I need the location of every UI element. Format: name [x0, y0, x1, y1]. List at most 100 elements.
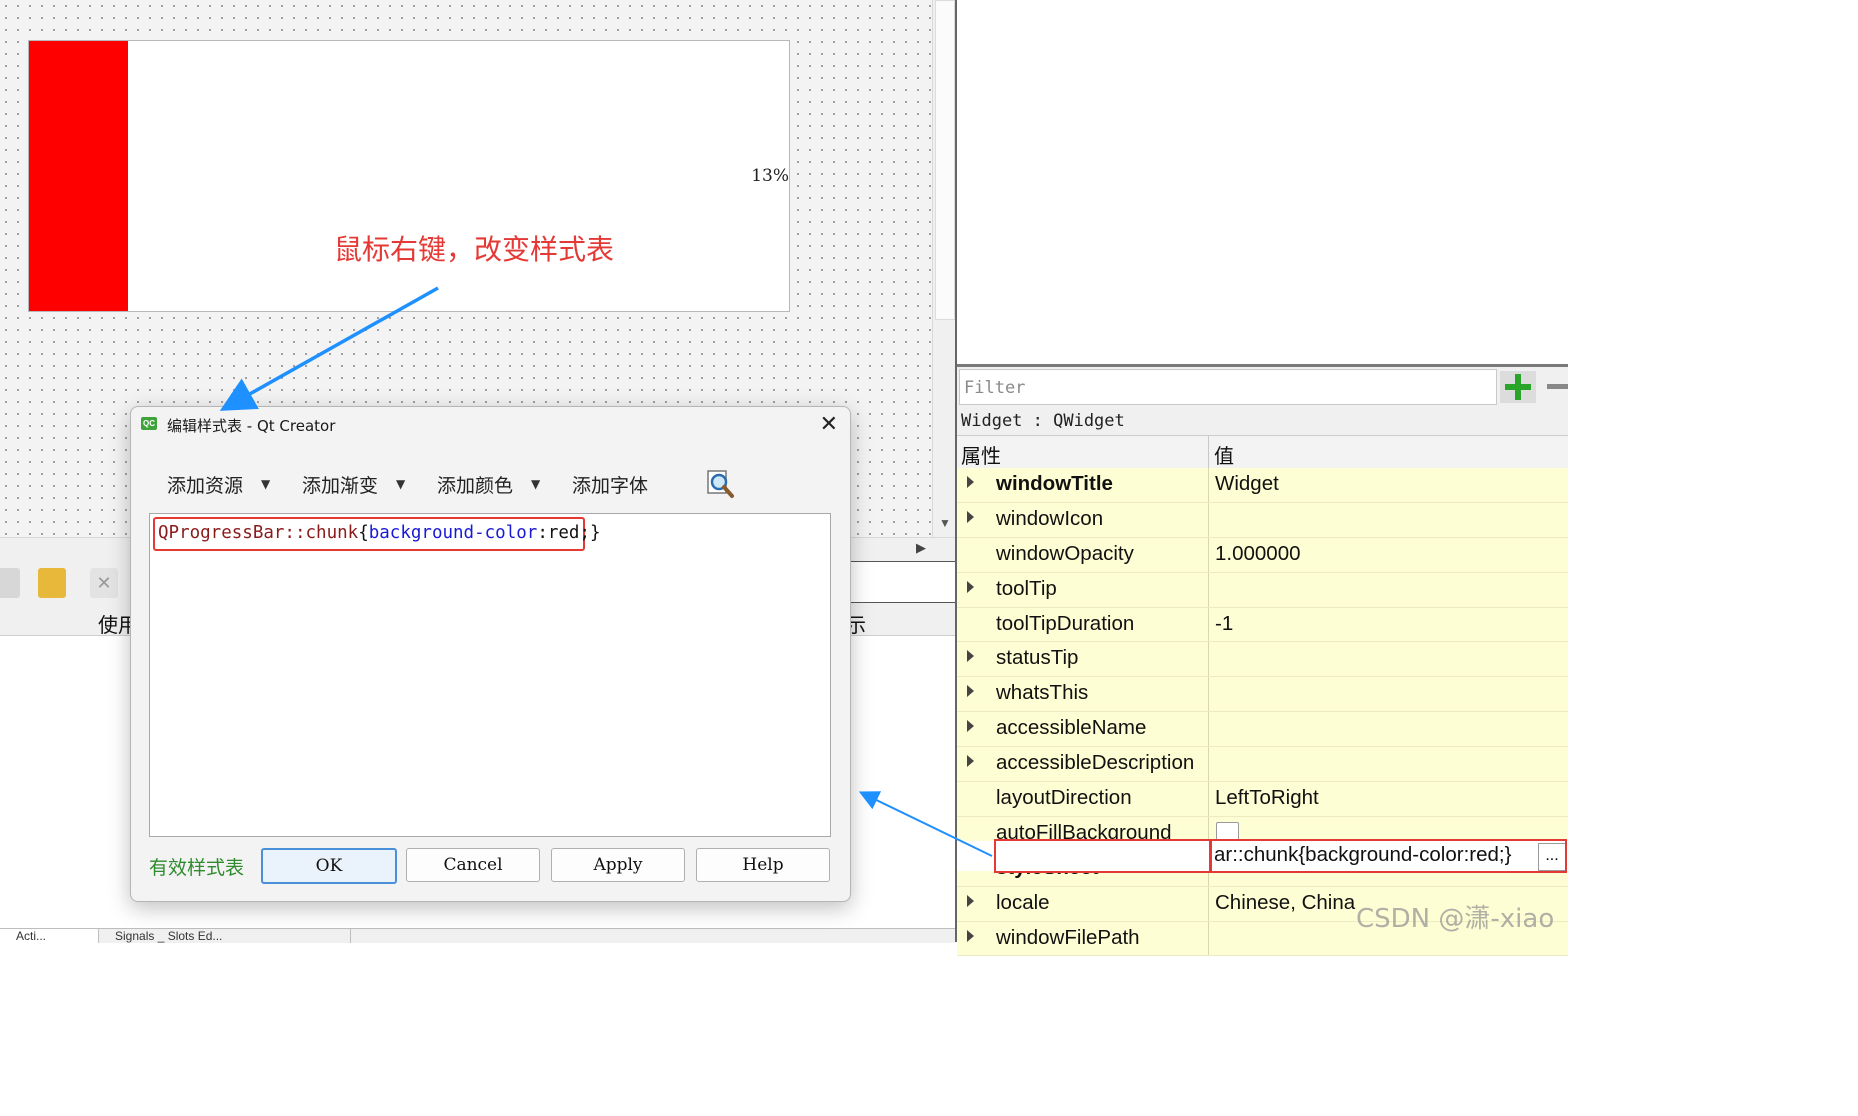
- property-table-header: 属性 值: [957, 436, 1568, 469]
- header-property: 属性: [961, 444, 1001, 468]
- expand-arrow-icon[interactable]: [967, 685, 974, 698]
- code-property: background-color: [368, 523, 538, 543]
- progress-percent-label: 13%: [751, 166, 789, 186]
- expand-arrow-icon[interactable]: [967, 580, 974, 593]
- dropdown-arrow-icon[interactable]: ▼: [396, 477, 405, 491]
- column-divider: [1208, 747, 1209, 782]
- column-divider: [1208, 468, 1209, 502]
- property-table: windowTitle Widget windowIcon windowOpacity…: [957, 468, 1568, 957]
- dropdown-arrow-icon[interactable]: ▼: [531, 477, 540, 491]
- cancel-button[interactable]: Cancel: [406, 848, 540, 882]
- stylesheet-code-line[interactable]: QProgressBar::chunk{background-color:red…: [158, 523, 601, 543]
- property-row-window-icon[interactable]: windowIcon: [957, 502, 1568, 538]
- property-row-tool-tip-duration[interactable]: toolTipDuration -1: [957, 607, 1568, 643]
- column-divider: [1208, 642, 1209, 677]
- header-value: 值: [1214, 444, 1234, 468]
- close-icon[interactable]: ✕: [820, 411, 838, 437]
- column-divider: [1208, 712, 1209, 747]
- delete-icon[interactable]: ✕: [90, 568, 118, 598]
- property-name: windowIcon: [996, 506, 1104, 530]
- add-color-button[interactable]: 添加颜色 ▼: [437, 467, 540, 501]
- property-value[interactable]: Chinese, China: [1215, 891, 1355, 915]
- action-filter-input[interactable]: [848, 561, 956, 603]
- add-dynamic-property-button[interactable]: [1500, 371, 1536, 403]
- property-row-layout-direction[interactable]: layoutDirection LeftToRight: [957, 782, 1568, 817]
- property-row-window-title[interactable]: windowTitle Widget: [957, 468, 1568, 503]
- expand-arrow-icon[interactable]: [967, 510, 974, 523]
- apply-button[interactable]: Apply: [551, 848, 685, 882]
- tab-signals-slots-editor[interactable]: Signals _ Slots Ed...: [99, 929, 351, 943]
- property-name: windowFilePath: [996, 925, 1140, 949]
- progress-bar-widget[interactable]: 13%: [28, 40, 790, 312]
- column-divider: [1208, 537, 1209, 572]
- code-close-brace: }: [590, 523, 601, 543]
- dropdown-arrow-icon[interactable]: ▼: [261, 477, 270, 491]
- scrollbar-thumb[interactable]: [935, 0, 955, 320]
- class-name: Widget : QWidget: [961, 411, 1125, 431]
- column-divider: [1208, 607, 1209, 642]
- property-row-window-opacity[interactable]: windowOpacity 1.000000: [957, 537, 1568, 573]
- property-row-whats-this[interactable]: whatsThis: [957, 677, 1568, 713]
- canvas-vertical-scrollbar[interactable]: ▼: [932, 0, 957, 537]
- property-row-status-tip[interactable]: statusTip: [957, 642, 1568, 678]
- property-value[interactable]: 1.000000: [1215, 542, 1301, 566]
- property-name: whatsThis: [996, 681, 1089, 705]
- column-divider: [1208, 782, 1209, 816]
- expand-arrow-icon[interactable]: [967, 929, 974, 942]
- property-filter-input[interactable]: Filter: [959, 369, 1497, 405]
- add-resource-label: 添加资源: [167, 474, 244, 497]
- column-divider: [1208, 572, 1209, 607]
- progress-chunk: [29, 41, 128, 311]
- add-font-button[interactable]: 添加字体: [572, 467, 648, 501]
- expand-arrow-icon[interactable]: [967, 720, 974, 733]
- property-row-accessible-description[interactable]: accessibleDescription: [957, 747, 1568, 783]
- tab-action-editor[interactable]: Acti...: [0, 929, 99, 943]
- expand-arrow-icon[interactable]: [967, 755, 974, 768]
- property-name: accessibleDescription: [996, 751, 1195, 775]
- property-name: layoutDirection: [996, 786, 1132, 810]
- remove-property-icon[interactable]: [1547, 384, 1568, 389]
- stylesheet-name-highlight: [994, 839, 1212, 873]
- property-row-accessible-name[interactable]: accessibleName: [957, 712, 1568, 748]
- expand-arrow-icon[interactable]: [967, 476, 974, 488]
- scroll-down-arrow-icon[interactable]: ▼: [933, 516, 957, 530]
- edit-action-icon[interactable]: [38, 568, 66, 598]
- property-name: statusTip: [996, 646, 1079, 670]
- property-row-tool-tip[interactable]: toolTip: [957, 572, 1568, 608]
- stylesheet-text-editor[interactable]: QProgressBar::chunk{background-color:red…: [149, 513, 831, 837]
- expand-arrow-icon[interactable]: [967, 894, 974, 907]
- ok-button[interactable]: OK: [261, 848, 397, 884]
- annotation-text: 鼠标右键，改变样式表: [334, 233, 615, 266]
- code-open-brace: {: [358, 523, 369, 543]
- header-divider: [1208, 436, 1209, 468]
- help-button[interactable]: Help: [696, 848, 830, 882]
- code-value: red;: [547, 523, 591, 543]
- add-gradient-label: 添加渐变: [302, 474, 379, 497]
- add-font-label: 添加字体: [572, 474, 649, 497]
- property-name: windowTitle: [996, 472, 1113, 495]
- property-value[interactable]: Widget: [1215, 472, 1279, 496]
- add-gradient-button[interactable]: 添加渐变 ▼: [302, 467, 405, 501]
- column-divider: [1208, 677, 1209, 712]
- scroll-right-arrow-icon[interactable]: ▶: [916, 540, 926, 556]
- property-value[interactable]: LeftToRight: [1215, 786, 1319, 810]
- property-name: windowOpacity: [996, 541, 1134, 565]
- dialog-title: 编辑样式表 - Qt Creator: [167, 417, 336, 435]
- plus-icon-vertical: [1515, 374, 1521, 400]
- property-value[interactable]: -1: [1215, 612, 1233, 636]
- dock-tab-bar: Acti... Signals _ Slots Ed...: [0, 928, 956, 943]
- add-resource-button[interactable]: 添加资源 ▼: [167, 467, 270, 501]
- property-name: accessibleName: [996, 716, 1147, 740]
- copy-icon[interactable]: [0, 568, 20, 598]
- code-selector: QProgressBar::chunk: [158, 523, 359, 543]
- expand-arrow-icon[interactable]: [967, 650, 974, 663]
- validity-status: 有效样式表: [149, 857, 245, 879]
- filter-placeholder: Filter: [964, 378, 1026, 398]
- property-name: toolTip: [996, 576, 1057, 600]
- object-class-label: Widget : QWidget: [957, 407, 1568, 436]
- watermark: CSDN @潇-xiao: [1356, 904, 1555, 934]
- object-inspector-area: [957, 0, 1568, 364]
- magnifier-icon[interactable]: [705, 469, 735, 499]
- property-name: toolTipDuration: [996, 611, 1135, 635]
- edit-stylesheet-dialog: QC 编辑样式表 - Qt Creator ✕ 添加资源 ▼ 添加渐变 ▼ 添加颜色…: [130, 406, 851, 902]
